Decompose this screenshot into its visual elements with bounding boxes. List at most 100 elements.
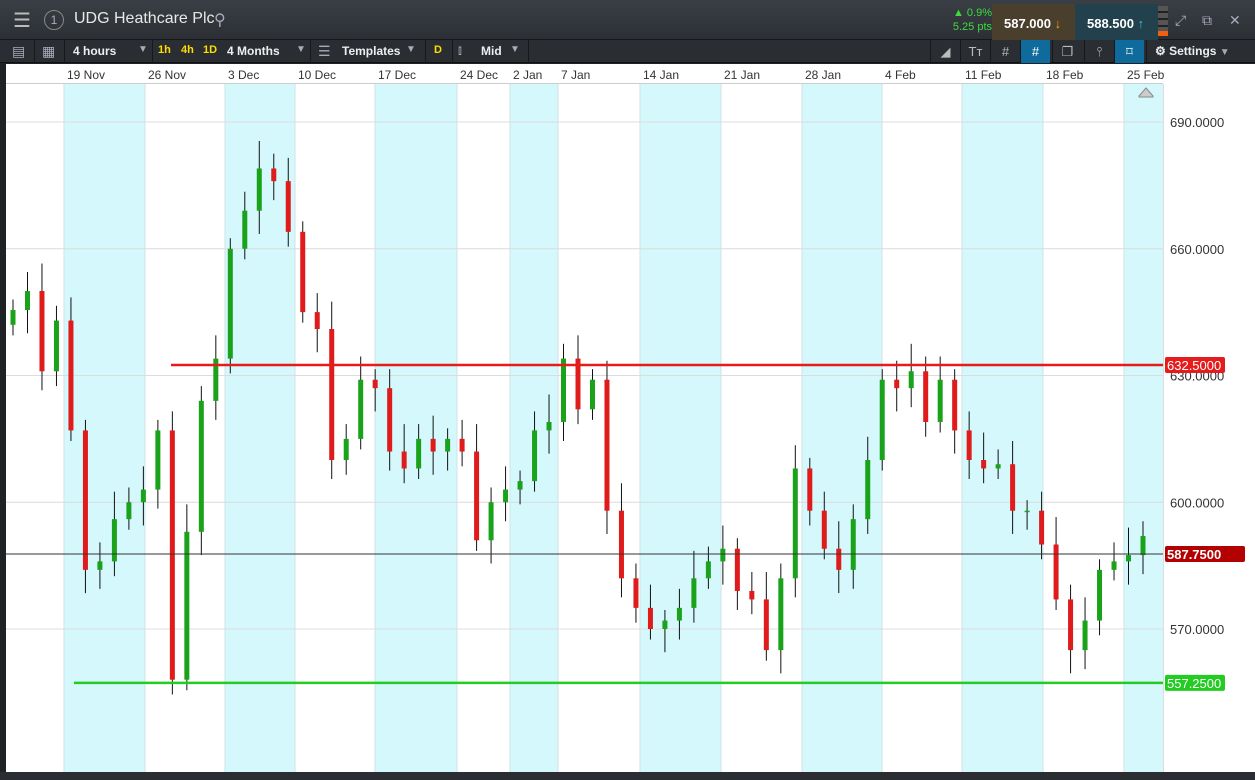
windows-icon[interactable]: ❐ xyxy=(1052,40,1082,63)
chevron-down-icon[interactable]: ▼ xyxy=(510,44,520,55)
indicator-icon[interactable]: ⫯ xyxy=(1084,40,1114,63)
price-chart[interactable]: 19 Nov 26 Nov 3 Dec 10 Dec 17 Dec 24 Dec 2 Jan… xyxy=(6,64,1255,772)
sell-button[interactable]: 587.000 ↓ xyxy=(992,4,1075,40)
candle-body xyxy=(749,590,755,600)
date-tick-label: 25 Feb xyxy=(1127,68,1165,82)
candle-body xyxy=(503,489,509,503)
candle-body xyxy=(807,468,813,511)
candle-body xyxy=(633,578,639,608)
d-button[interactable]: D xyxy=(434,44,442,56)
candle-body xyxy=(618,510,624,579)
candle-body xyxy=(459,438,465,452)
candle xyxy=(343,424,349,475)
date-tick-label: 21 Jan xyxy=(724,68,760,82)
support-label: 557.2500 xyxy=(1167,676,1221,691)
candle xyxy=(474,424,480,551)
candle-body xyxy=(271,168,277,182)
badge-icon[interactable]: 1 xyxy=(44,10,64,30)
tag-icon[interactable]: ⌑ xyxy=(1114,40,1144,63)
candle-body xyxy=(1140,536,1146,556)
price-type-dropdown[interactable]: Mid xyxy=(481,44,502,58)
menu-icon[interactable]: ☰ xyxy=(8,8,36,33)
date-tick-label: 3 Dec xyxy=(228,68,259,82)
candle-body xyxy=(285,181,291,232)
date-tick-label: 26 Nov xyxy=(148,68,186,82)
close-icon[interactable]: ✕ xyxy=(1229,12,1241,29)
search-icon[interactable]: ⚲ xyxy=(214,10,226,30)
candle xyxy=(792,445,798,598)
candle-body xyxy=(169,430,175,680)
bottom-bar xyxy=(0,772,1255,780)
down-arrow-icon: ↓ xyxy=(1054,16,1062,31)
candle-body xyxy=(647,607,653,629)
candle-body xyxy=(82,430,88,570)
interval-dropdown[interactable]: 4 hours xyxy=(73,44,116,58)
candle-body xyxy=(1068,599,1074,651)
candle-body xyxy=(256,168,262,211)
sliders-icon[interactable]: ☰ xyxy=(318,43,331,60)
popout-icon[interactable]: ⧉ xyxy=(1202,12,1212,29)
date-tick-label: 17 Dec xyxy=(378,68,416,82)
chart-svg[interactable]: 19 Nov 26 Nov 3 Dec 10 Dec 17 Dec 24 Dec 2 Jan… xyxy=(6,64,1255,772)
interval-1d[interactable]: 1D xyxy=(203,44,217,56)
layout-icon[interactable]: ▦ xyxy=(42,43,55,60)
candle-body xyxy=(763,599,769,651)
week-shade xyxy=(802,84,882,772)
interval-1h[interactable]: 1h xyxy=(158,44,171,56)
candle-body xyxy=(53,320,59,372)
candle-body xyxy=(111,519,117,562)
candle-body xyxy=(937,379,943,422)
candle xyxy=(749,571,755,615)
up-arrow-icon: ↑ xyxy=(1137,16,1145,31)
candle xyxy=(82,419,88,594)
date-tick-label: 14 Jan xyxy=(643,68,679,82)
settings-button[interactable]: ⚙ Settings ▼ xyxy=(1146,40,1255,63)
list-icon[interactable]: ▤ xyxy=(12,43,25,60)
date-tick-label: 18 Feb xyxy=(1046,68,1084,82)
date-tick-label: 4 Feb xyxy=(885,68,916,82)
text-icon[interactable]: Tт xyxy=(960,40,990,63)
candle xyxy=(1111,542,1117,581)
instrument-title[interactable]: UDG Heathcare Plc xyxy=(74,10,215,28)
candle xyxy=(879,369,885,471)
candle-body xyxy=(952,379,958,431)
sell-price: 587.000 xyxy=(1004,16,1051,31)
candle-body xyxy=(720,548,726,562)
candle xyxy=(169,411,175,695)
candles-icon[interactable]: ⫾ xyxy=(458,43,462,58)
range-dropdown[interactable]: 4 Months xyxy=(227,44,280,58)
crosshair-grid-icon[interactable]: # xyxy=(1020,40,1050,63)
candle xyxy=(923,356,929,437)
candle-body xyxy=(821,510,827,549)
grid-icon[interactable]: # xyxy=(990,40,1020,63)
candle-body xyxy=(778,578,784,651)
candle xyxy=(763,571,769,661)
buy-button[interactable]: 588.500 ↑ xyxy=(1075,4,1158,40)
chevron-down-icon[interactable]: ▼ xyxy=(138,44,148,55)
date-tick-label: 7 Jan xyxy=(561,68,590,82)
candle-body xyxy=(517,481,523,490)
candle-body xyxy=(10,310,16,325)
templates-dropdown[interactable]: Templates xyxy=(342,44,400,58)
expand-icon[interactable]: ⤢ xyxy=(1175,12,1186,29)
date-tick-label: 11 Feb xyxy=(965,68,1002,82)
candle xyxy=(894,360,900,412)
signal-bars-icon xyxy=(1158,6,1168,36)
interval-4h[interactable]: 4h xyxy=(181,44,194,56)
candle-body xyxy=(546,421,552,431)
date-tick-label: 28 Jan xyxy=(805,68,841,82)
candle-body xyxy=(604,379,610,511)
candle-body xyxy=(532,430,538,482)
draw-line-icon[interactable]: ◢ xyxy=(930,40,960,63)
candle-body xyxy=(1053,544,1059,600)
chevron-down-icon[interactable]: ▼ xyxy=(296,44,306,55)
change-pts: 5.25 pts xyxy=(952,21,992,33)
candle-body xyxy=(575,358,581,410)
price-change: ▲ 0.9% 5.25 pts xyxy=(940,6,992,36)
chevron-down-icon[interactable]: ▼ xyxy=(406,44,416,55)
candle-body xyxy=(430,438,436,452)
candle-body xyxy=(705,561,711,579)
candle xyxy=(155,419,161,509)
week-shade xyxy=(962,84,1043,772)
last-label: 587.7500 xyxy=(1167,547,1221,562)
